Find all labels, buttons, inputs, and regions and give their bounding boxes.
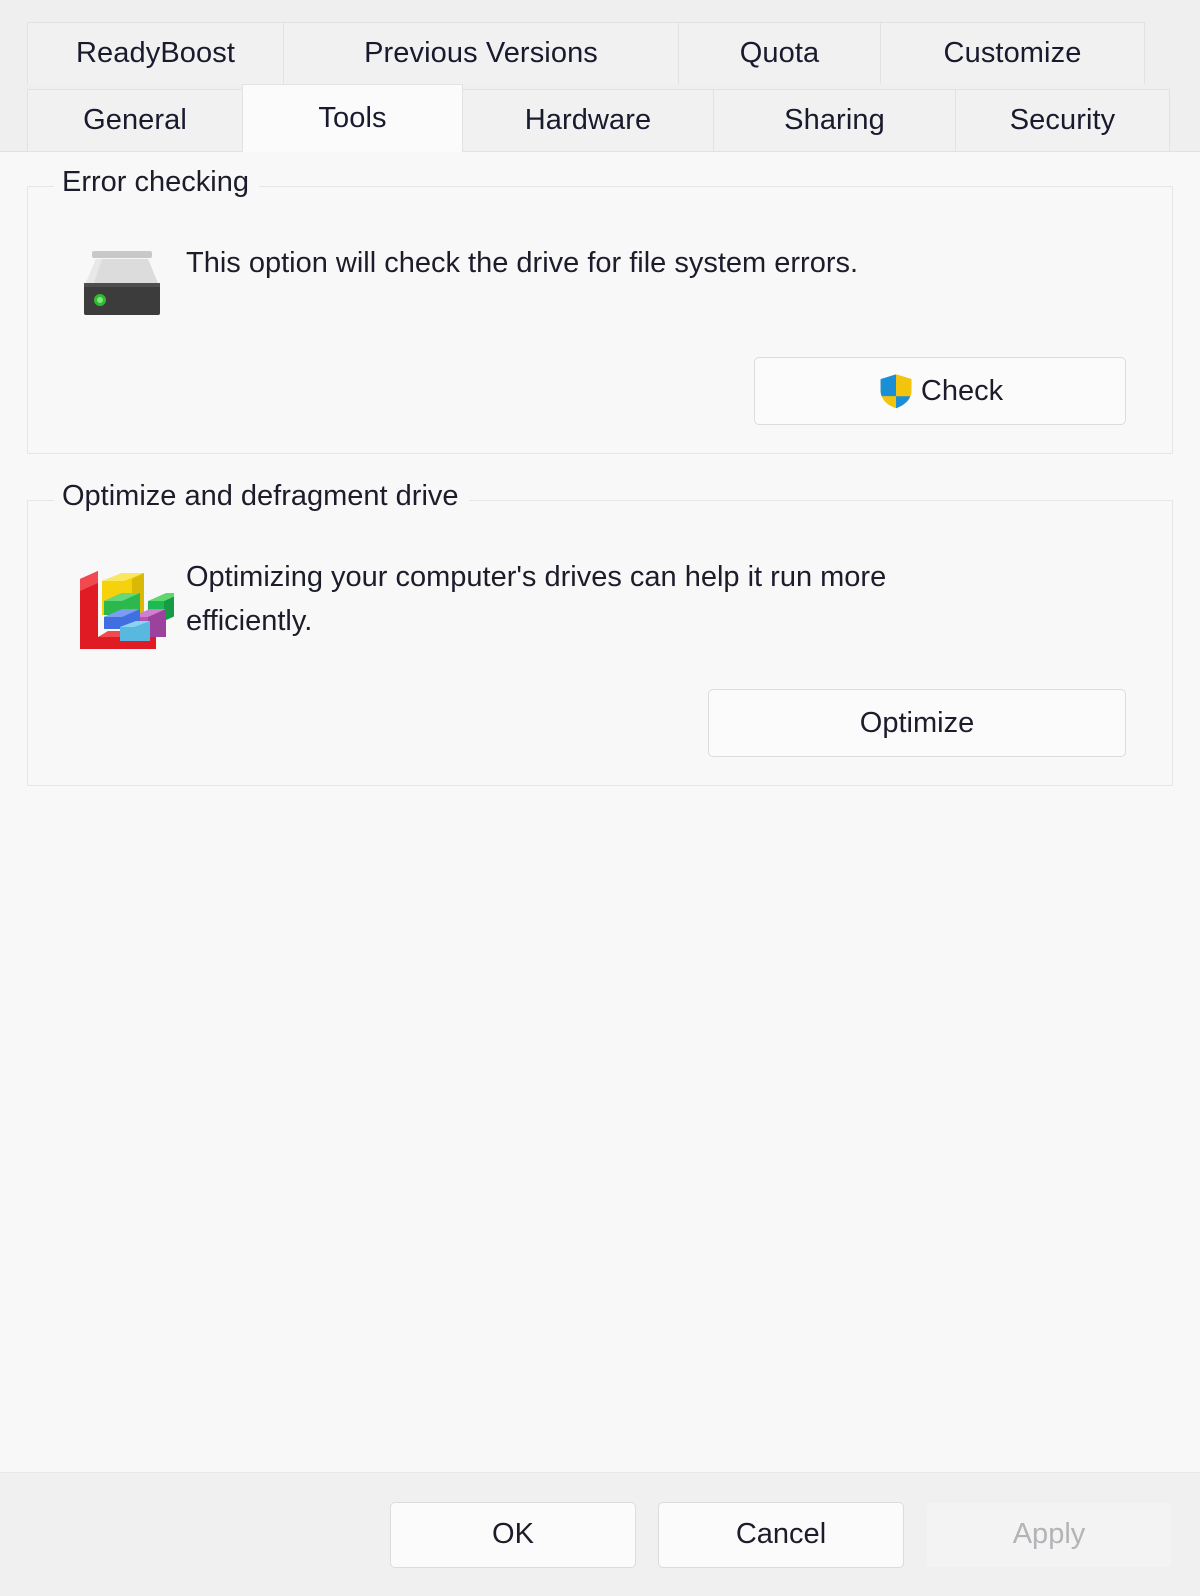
tab-row-1: ReadyBoost Previous Versions Quota Custo… bbox=[27, 22, 1173, 84]
ok-button[interactable]: OK bbox=[390, 1501, 636, 1568]
cancel-button-label: Cancel bbox=[735, 1518, 827, 1550]
uac-shield-icon bbox=[877, 372, 915, 410]
optimize-defragment-group: Optimize and defragment drive Optimizing… bbox=[27, 482, 1173, 786]
cancel-button[interactable]: Cancel bbox=[658, 1501, 904, 1568]
tab-hardware-label: Hardware bbox=[524, 104, 652, 136]
tab-readyboost-label: ReadyBoost bbox=[76, 37, 235, 69]
apply-button: Apply bbox=[926, 1501, 1172, 1568]
error-checking-legend: Error checking bbox=[54, 168, 259, 197]
tab-general[interactable]: General bbox=[27, 89, 243, 151]
tab-sharing[interactable]: Sharing bbox=[713, 89, 956, 151]
check-button-label: Check bbox=[920, 374, 1004, 407]
optimize-body: Optimizing your computer's drives can he… bbox=[28, 501, 1172, 655]
tab-hardware[interactable]: Hardware bbox=[462, 89, 714, 151]
drive-properties-dialog: ReadyBoost Previous Versions Quota Custo… bbox=[0, 0, 1200, 1596]
optimize-button-label: Optimize bbox=[859, 706, 975, 739]
ok-button-label: OK bbox=[492, 1518, 534, 1550]
error-checking-description: This option will check the drive for fil… bbox=[186, 247, 859, 279]
tab-general-label: General bbox=[83, 104, 187, 136]
tab-readyboost[interactable]: ReadyBoost bbox=[27, 22, 284, 84]
tab-quota[interactable]: Quota bbox=[678, 22, 881, 84]
tab-security[interactable]: Security bbox=[955, 89, 1170, 151]
tab-sharing-label: Sharing bbox=[784, 104, 885, 136]
hard-drive-icon bbox=[66, 239, 178, 323]
apply-button-label: Apply bbox=[1012, 1518, 1086, 1550]
optimize-description: Optimizing your computer's drives can he… bbox=[186, 561, 887, 638]
tools-tab-panel: Error checking This option will check th… bbox=[0, 151, 1200, 1472]
optimize-defragment-legend: Optimize and defragment drive bbox=[54, 482, 469, 511]
defragment-blocks-icon bbox=[66, 553, 178, 655]
dialog-footer: OK Cancel Apply bbox=[0, 1472, 1200, 1596]
tab-row-2: General Tools Hardware Sharing Security bbox=[27, 84, 1173, 152]
error-checking-actions: Check bbox=[28, 323, 1172, 425]
tab-quota-label: Quota bbox=[739, 37, 820, 69]
tab-customize[interactable]: Customize bbox=[880, 22, 1145, 84]
tab-previous-versions[interactable]: Previous Versions bbox=[283, 22, 679, 84]
tab-strip: ReadyBoost Previous Versions Quota Custo… bbox=[0, 0, 1200, 152]
tab-tools[interactable]: Tools bbox=[242, 84, 463, 152]
error-checking-group: Error checking This option will check th… bbox=[27, 168, 1173, 454]
tab-previous-versions-label: Previous Versions bbox=[364, 37, 598, 69]
optimize-button[interactable]: Optimize bbox=[708, 689, 1126, 757]
optimize-actions: Optimize bbox=[28, 655, 1172, 757]
tab-customize-label: Customize bbox=[943, 37, 1082, 69]
error-checking-body: This option will check the drive for fil… bbox=[28, 187, 1172, 323]
tab-security-label: Security bbox=[1009, 104, 1116, 136]
check-button[interactable]: Check bbox=[754, 357, 1126, 425]
tab-tools-label: Tools bbox=[318, 102, 387, 134]
